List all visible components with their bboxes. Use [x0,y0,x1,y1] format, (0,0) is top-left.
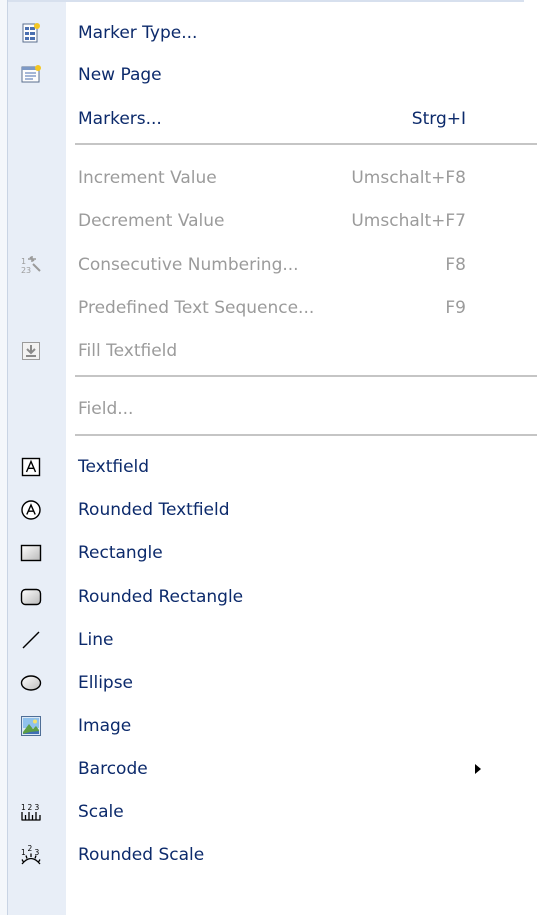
menu-item-field: Field... [8,389,524,429]
menu-separator [75,434,537,437]
svg-text:2: 2 [28,803,33,812]
svg-text:1: 1 [21,848,26,857]
submenu-arrow-icon [475,764,481,774]
menu-separator [75,143,537,146]
menu-item-rectangle[interactable]: Rectangle [8,533,524,573]
shortcut-label: Umschalt+F8 [351,168,466,188]
menu-separator [75,375,537,378]
rectangle-icon [20,542,42,564]
menu-item-label: Rectangle [78,543,163,563]
menu-item-label: Markers... [78,109,162,129]
svg-text:3: 3 [35,848,40,857]
context-menu: Marker Type... New Page Markers... Strg+… [0,0,537,915]
menu-item-image[interactable]: Image [8,706,524,746]
menu-item-rounded-scale[interactable]: 1 2 3 Rounded Scale [8,835,524,875]
menu-item-fill-textfield: Fill Textfield [8,331,524,371]
svg-text:2: 2 [28,844,33,853]
menu-item-label: Line [78,630,114,650]
menu-item-increment-value: Increment Value Umschalt+F8 [8,158,524,198]
menu-top-edge [8,0,524,2]
menu-item-label: New Page [78,65,162,85]
menu-item-label: Rounded Scale [78,845,205,865]
menu-item-rounded-rectangle[interactable]: Rounded Rectangle [8,577,524,617]
shortcut-label: F9 [445,298,466,318]
rounded-textfield-icon [20,499,42,521]
rounded-rectangle-icon [20,586,42,608]
menu-item-label: Field... [78,399,134,419]
svg-text:1: 1 [21,803,26,812]
menu-item-ellipse[interactable]: Ellipse [8,663,524,703]
menu-item-consecutive-numbering: 1 2 3 Consecutive Numbering... F8 [8,245,524,285]
scale-icon: 1 2 3 [20,801,42,823]
menu-left-border [0,0,8,915]
shortcut-label: F8 [445,255,466,275]
menu-item-label: Barcode [78,759,148,779]
menu-item-label: Ellipse [78,673,134,693]
menu-item-barcode[interactable]: Barcode [8,749,524,789]
shortcut-label: Umschalt+F7 [351,211,466,231]
menu-item-label: Image [78,716,132,736]
menu-item-label: Scale [78,802,124,822]
menu-item-decrement-value: Decrement Value Umschalt+F7 [8,201,524,241]
menu-item-label: Rounded Textfield [78,500,230,520]
menu-item-label: Consecutive Numbering... [78,255,299,275]
menu-item-predefined-text-sequence: Predefined Text Sequence... F9 [8,288,524,328]
menu-item-label: Rounded Rectangle [78,587,244,607]
image-icon [20,715,42,737]
menu-item-label: Increment Value [78,168,217,188]
marker-type-icon [20,22,42,44]
svg-text:3: 3 [35,803,40,812]
line-icon [20,629,42,651]
fill-textfield-icon [20,340,42,362]
menu-item-label: Marker Type... [78,23,198,43]
menu-item-label: Fill Textfield [78,341,178,361]
menu-item-label: Predefined Text Sequence... [78,298,315,318]
menu-item-label: Decrement Value [78,211,225,231]
rounded-scale-icon: 1 2 3 [20,844,42,866]
svg-text:3: 3 [26,266,31,275]
menu-item-marker-type[interactable]: Marker Type... [8,13,524,53]
ellipse-icon [20,672,42,694]
menu-item-markers[interactable]: Markers... Strg+I [8,99,524,139]
shortcut-label: Strg+I [411,109,466,129]
menu-item-line[interactable]: Line [8,620,524,660]
menu-item-rounded-textfield[interactable]: Rounded Textfield [8,490,524,530]
svg-text:1: 1 [21,257,26,266]
menu-item-label: Textfield [78,457,150,477]
menu-item-scale[interactable]: 1 2 3 Scale [8,792,524,832]
textfield-icon [20,456,42,478]
new-page-icon [20,64,42,86]
menu-item-textfield[interactable]: Textfield [8,447,524,487]
menu-item-new-page[interactable]: New Page [8,55,524,95]
numbering-icon: 1 2 3 [20,254,42,276]
